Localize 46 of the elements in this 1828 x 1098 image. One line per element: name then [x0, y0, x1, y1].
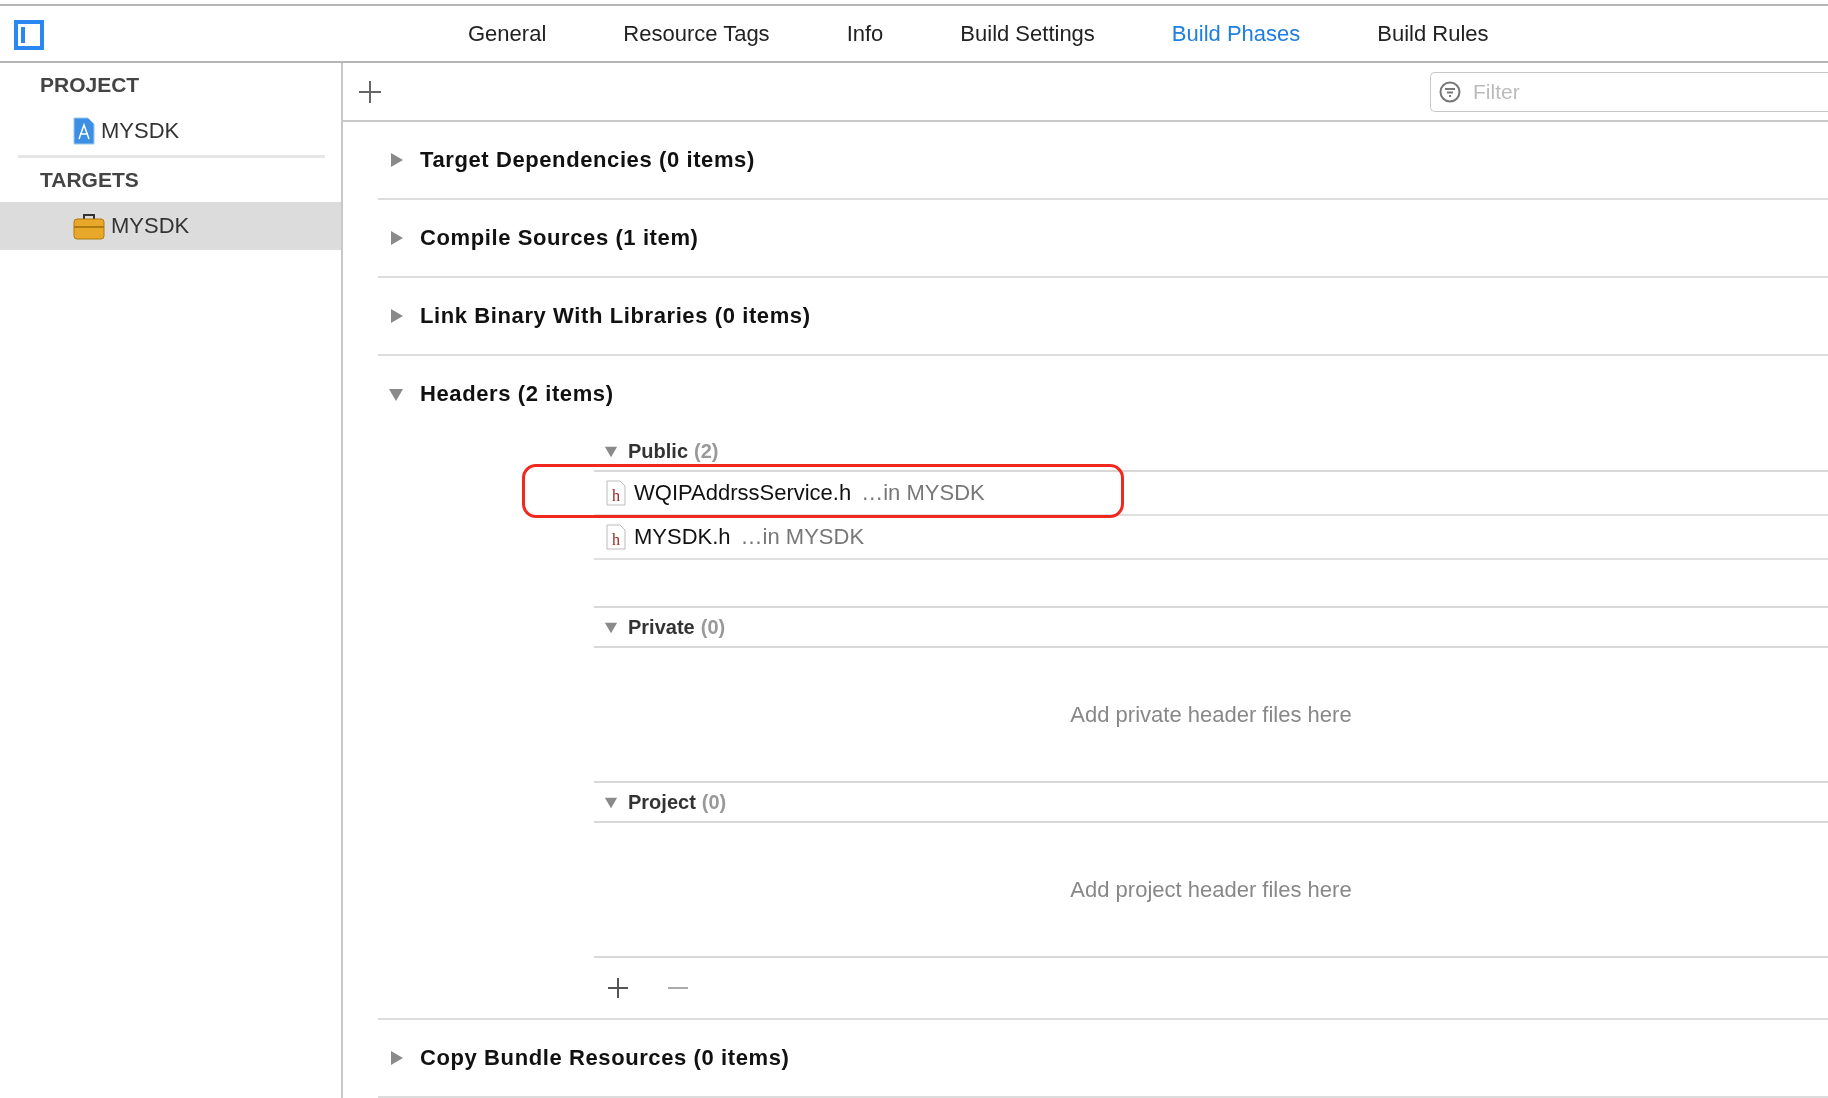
toolbox-icon [73, 212, 105, 240]
header-file-icon: h [606, 524, 626, 550]
tab[interactable]: Build Phases [1171, 20, 1301, 47]
sidebar-section-title: PROJECT [40, 73, 140, 96]
group-count: (0) [701, 790, 727, 814]
group-count: (2) [694, 439, 719, 463]
header-file-icon: h [606, 480, 626, 506]
expanded-triangle-icon[interactable] [604, 620, 618, 634]
expanded-triangle-icon[interactable] [388, 386, 404, 402]
expanded-triangle-icon[interactable] [604, 795, 618, 809]
phase-title: Target Dependencies (0 items) [420, 147, 755, 173]
add-icon[interactable] [608, 978, 628, 998]
collapsed-triangle-icon[interactable] [388, 308, 404, 324]
expanded-triangle-icon[interactable] [604, 444, 618, 458]
phase-title: Link Binary With Libraries (0 items) [420, 303, 811, 329]
sidebar-item[interactable]: MYSDK [0, 107, 341, 155]
collapsed-triangle-icon[interactable] [388, 1050, 404, 1066]
file-location: …in MYSDK [861, 480, 985, 506]
phase-title: Headers (2 items) [420, 381, 614, 407]
tab[interactable]: Build Rules [1377, 20, 1489, 47]
sidebar-item[interactable]: MYSDK [0, 202, 341, 250]
tab[interactable]: Resource Tags [623, 20, 770, 47]
tab[interactable]: Info [846, 20, 884, 47]
tab[interactable]: General [468, 20, 547, 47]
add-icon[interactable] [359, 80, 381, 103]
project-file-icon [73, 117, 95, 145]
collapsed-triangle-icon[interactable] [388, 230, 404, 246]
empty-list-hint: Add private header files here [1070, 701, 1352, 728]
sidebar-item-label: MYSDK [111, 213, 190, 239]
group-title: Project [628, 790, 696, 814]
file-location: …in MYSDK [740, 524, 865, 550]
phase-title: Compile Sources (1 item) [420, 225, 699, 251]
filter-icon [1439, 80, 1461, 103]
tab[interactable]: Build Settings [960, 20, 1095, 47]
file-name: MYSDK.h [634, 524, 731, 550]
file-name: WQIPAddrssService.h [634, 480, 852, 506]
sidebar-item-label: MYSDK [101, 118, 180, 144]
collapsed-triangle-icon[interactable] [388, 152, 404, 168]
group-title: Private [628, 615, 695, 639]
phase-title: Copy Bundle Resources (0 items) [420, 1045, 790, 1071]
filter-field[interactable]: Filter [1430, 71, 1828, 112]
group-title: Public [628, 439, 688, 463]
sidebar-toggle-icon[interactable] [14, 20, 44, 50]
empty-list-hint: Add project header files here [1070, 876, 1352, 903]
group-count: (0) [700, 615, 726, 639]
sidebar-section-title: TARGETS [40, 168, 139, 191]
